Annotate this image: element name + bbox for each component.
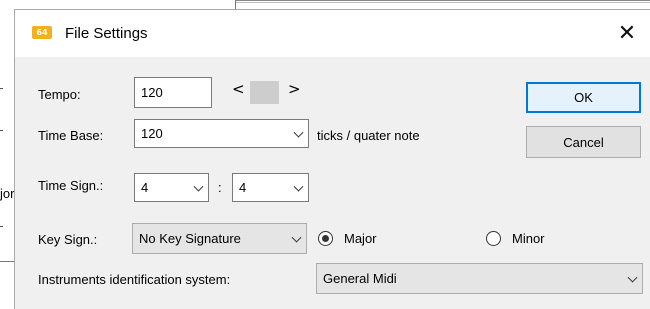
time-base-value: 120 xyxy=(141,126,163,141)
tempo-label: Tempo: xyxy=(38,87,81,102)
chevron-down-icon xyxy=(193,181,204,192)
time-sign-label: Time Sign.: xyxy=(38,178,104,193)
radio-selected-dot xyxy=(322,235,329,242)
tempo-input[interactable]: 120 xyxy=(134,77,212,108)
chevron-down-icon xyxy=(293,181,304,192)
chevron-down-icon xyxy=(627,272,638,283)
time-sign-numerator-select[interactable]: 4 xyxy=(134,173,209,202)
time-sign-denominator-select[interactable]: 4 xyxy=(232,173,309,202)
time-sign-separator: : xyxy=(218,180,222,195)
time-base-select[interactable]: 120 xyxy=(134,119,309,148)
close-button[interactable]: ✕ xyxy=(604,10,650,57)
key-sign-value: No Key Signature xyxy=(139,231,241,246)
time-base-unit: ticks / quater note xyxy=(317,128,420,143)
background-divider xyxy=(0,226,3,227)
major-radio-label[interactable]: Major xyxy=(344,231,377,246)
time-sign-numerator-value: 4 xyxy=(141,180,149,195)
chevron-down-icon xyxy=(291,232,302,243)
chevron-down-icon xyxy=(293,127,304,138)
close-icon: ✕ xyxy=(617,21,637,46)
instruments-label: Instruments identification system: xyxy=(38,272,231,287)
key-sign-label: Key Sign.: xyxy=(38,232,98,247)
instruments-select[interactable]: General Midi xyxy=(316,263,643,294)
file-settings-dialog: 64 File Settings ✕ Tempo: 120 < > Time B… xyxy=(14,9,650,309)
time-sign-denominator-value: 4 xyxy=(239,180,247,195)
dialog-title: File Settings xyxy=(65,25,148,42)
ok-button[interactable]: OK xyxy=(526,82,641,113)
background-divider xyxy=(0,88,3,89)
ok-button-label: OK xyxy=(574,90,593,105)
cancel-button-label: Cancel xyxy=(563,134,604,150)
tempo-value: 120 xyxy=(141,85,163,100)
key-sign-select[interactable]: No Key Signature xyxy=(132,223,307,254)
instruments-value: General Midi xyxy=(323,271,397,286)
minor-radio[interactable] xyxy=(486,231,501,246)
tempo-scroll-thumb[interactable] xyxy=(250,81,279,104)
background-window-border xyxy=(236,2,650,3)
minor-radio-label[interactable]: Minor xyxy=(512,231,545,246)
dialog-titlebar: 64 File Settings ✕ xyxy=(15,10,650,57)
tempo-decrease-icon[interactable]: < xyxy=(232,80,245,98)
time-base-label: Time Base: xyxy=(38,128,104,143)
tempo-increase-icon[interactable]: > xyxy=(288,80,301,98)
cancel-button[interactable]: Cancel xyxy=(526,126,641,158)
major-radio[interactable] xyxy=(318,231,333,246)
background-partial-text: jor xyxy=(0,186,15,201)
app-icon: 64 xyxy=(32,26,52,39)
background-window-border xyxy=(236,0,650,1)
background-divider xyxy=(0,130,3,131)
